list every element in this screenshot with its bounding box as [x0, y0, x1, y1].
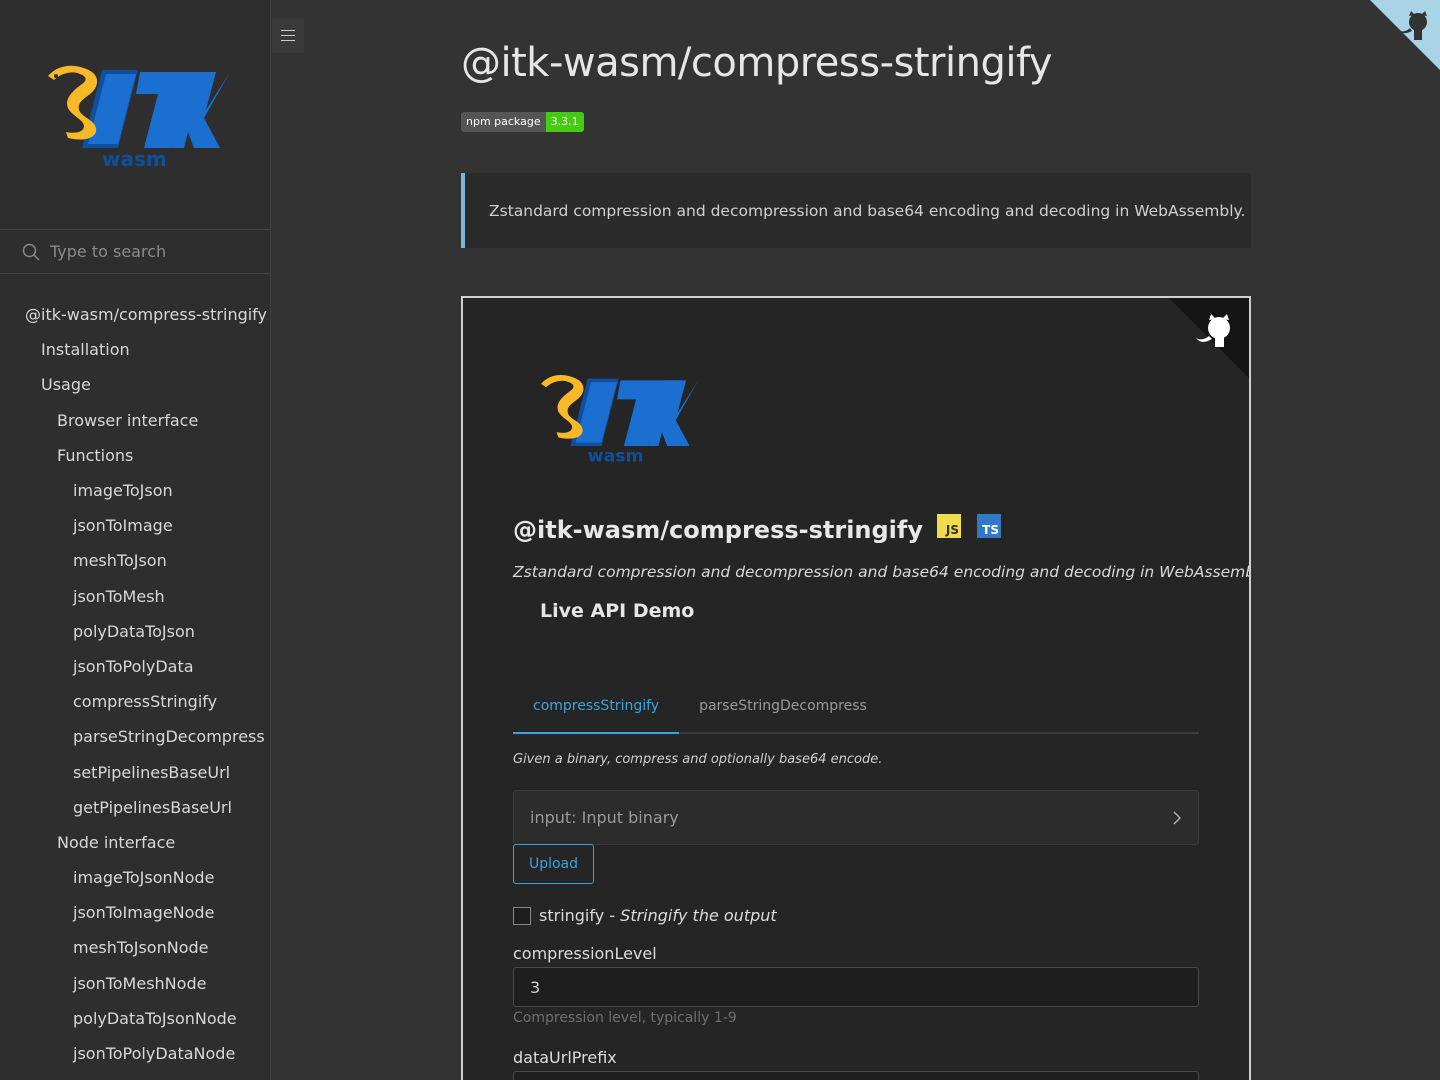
- demo-package-description: Zstandard compression and decompression …: [513, 563, 1251, 581]
- tab-parseStringDecompress[interactable]: parseStringDecompress: [679, 688, 887, 732]
- sidebar-item[interactable]: parseStringDecompress: [0, 719, 270, 754]
- compression-level-hint: Compression level, typically 1-9: [513, 1010, 737, 1026]
- package-description: Zstandard compression and decompression …: [461, 173, 1251, 248]
- npm-badge-version: 3.3.1: [545, 112, 584, 132]
- logo-wasm-text: wasm: [102, 147, 167, 170]
- upload-button[interactable]: Upload: [513, 844, 594, 884]
- typescript-badge-icon[interactable]: TS: [977, 514, 1001, 538]
- search-input[interactable]: [50, 242, 250, 261]
- sidebar-item[interactable]: imageToJson: [0, 473, 270, 508]
- tab-compressStringify[interactable]: compressStringify: [513, 688, 680, 734]
- stringify-label: stringify: [539, 906, 605, 925]
- compression-level-label: compressionLevel: [513, 944, 657, 963]
- itk-wasm-logo: wasm: [541, 374, 699, 465]
- sidebar-item[interactable]: Installation: [0, 332, 270, 367]
- stringify-description: Stringify the output: [620, 906, 777, 925]
- sidebar-item[interactable]: compressStringify: [0, 684, 270, 719]
- file-input-label: input: Input binary: [530, 808, 679, 827]
- sidebar-item[interactable]: jsonToMesh: [0, 579, 270, 614]
- sidebar-item[interactable]: jsonToImage: [0, 508, 270, 543]
- sidebar: wasm @itk-wasm/compress-stringifyInstall…: [0, 0, 271, 1080]
- npm-badge-label: npm package: [461, 112, 546, 132]
- sidebar-nav: @itk-wasm/compress-stringify Installation…: [0, 297, 270, 1071]
- npm-version-badge[interactable]: npm package 3.3.1: [461, 112, 584, 132]
- demo-package-title-text: @itk-wasm/compress-stringify: [513, 516, 923, 544]
- live-demo-heading: Live API Demo: [540, 600, 695, 622]
- data-url-prefix-input[interactable]: [513, 1071, 1199, 1080]
- itk-wasm-logo[interactable]: wasm: [40, 60, 240, 170]
- sidebar-item[interactable]: Browser interface: [0, 403, 270, 438]
- sidebar-item[interactable]: meshToJson: [0, 543, 270, 578]
- page-title: @itk-wasm/compress-stringify: [461, 40, 1053, 86]
- stringify-separator: -: [604, 906, 621, 925]
- sidebar-item[interactable]: setPipelinesBaseUrl: [0, 754, 270, 789]
- hamburger-icon-line: [281, 35, 295, 36]
- package-description-text: Zstandard compression and decompression …: [489, 201, 1246, 220]
- sidebar-item[interactable]: Functions: [0, 438, 270, 473]
- sidebar-item[interactable]: Usage: [0, 367, 270, 402]
- github-corner-icon[interactable]: [1370, 0, 1440, 70]
- sidebar-item[interactable]: jsonToMeshNode: [0, 966, 270, 1001]
- sidebar-item[interactable]: meshToJsonNode: [0, 930, 270, 965]
- hamburger-icon-line: [281, 40, 295, 41]
- sidebar-item[interactable]: polyDataToJsonNode: [0, 1001, 270, 1036]
- function-tabs: compressStringify parseStringDecompress: [513, 688, 1199, 734]
- search-icon: [22, 243, 40, 261]
- hamburger-icon-line: [281, 30, 295, 31]
- logo-wasm-text: wasm: [588, 447, 644, 465]
- menu-toggle-button[interactable]: [272, 18, 304, 53]
- stringify-checkbox[interactable]: [513, 906, 531, 925]
- data-url-prefix-label: dataUrlPrefix: [513, 1048, 617, 1067]
- live-demo-panel: wasm @itk-wasm/compress-stringify JS TS …: [461, 296, 1251, 1080]
- sidebar-item[interactable]: @itk-wasm/compress-stringify: [0, 297, 270, 332]
- sidebar-item[interactable]: jsonToImageNode: [0, 895, 270, 930]
- sidebar-item[interactable]: Node interface: [0, 825, 270, 860]
- function-description: Given a binary, compress and optionally …: [513, 752, 883, 767]
- search-box: [0, 229, 270, 274]
- input-binary-file-field[interactable]: input: Input binary: [513, 790, 1199, 845]
- sidebar-item[interactable]: getPipelinesBaseUrl: [0, 790, 270, 825]
- stringify-option: stringify - Stringify the output: [513, 906, 777, 925]
- javascript-badge-icon[interactable]: JS: [937, 514, 961, 538]
- sidebar-item[interactable]: jsonToPolyData: [0, 649, 270, 684]
- compression-level-input[interactable]: [513, 967, 1199, 1007]
- sidebar-item[interactable]: jsonToPolyDataNode: [0, 1036, 270, 1071]
- demo-package-title: @itk-wasm/compress-stringify JS TS: [513, 514, 1001, 544]
- sidebar-item[interactable]: polyDataToJson: [0, 614, 270, 649]
- github-corner-icon[interactable]: [1169, 298, 1249, 378]
- sidebar-item[interactable]: imageToJsonNode: [0, 860, 270, 895]
- chevron-right-icon: [1173, 810, 1182, 825]
